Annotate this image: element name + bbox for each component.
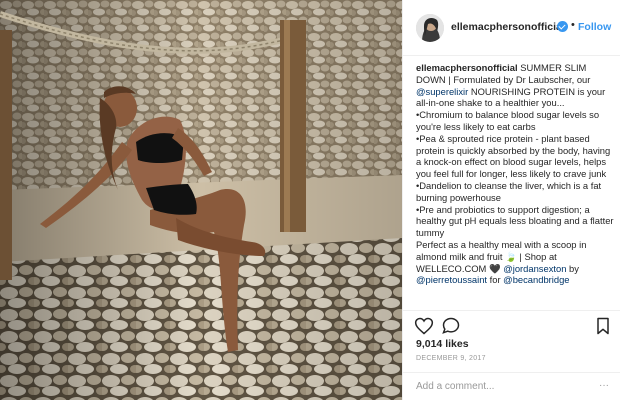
- mention-becandbridge[interactable]: @becandbridge: [503, 274, 569, 285]
- caption-bullet-chromium: •Chromium to balance blood sugar levels …: [416, 109, 600, 132]
- caption-username[interactable]: ellemacphersonofficial: [416, 62, 518, 73]
- post-sidebar: ellemacphersonofficial • Follow ellemacp…: [402, 0, 620, 400]
- action-bar: [403, 310, 620, 340]
- more-options-icon[interactable]: ···: [599, 380, 609, 391]
- header-separator: •: [571, 19, 575, 31]
- add-comment-input[interactable]: [416, 377, 596, 395]
- post-caption: ellemacphersonofficial SUMMER SLIM DOWN …: [416, 62, 616, 312]
- verified-badge-icon: [557, 21, 568, 32]
- caption-bullet-dandelion: •Dandelion to cleanse the liver, which i…: [416, 179, 602, 203]
- likes-count[interactable]: 9,014 likes: [416, 338, 469, 350]
- mention-jordansexton[interactable]: @jordansexton: [503, 263, 566, 274]
- avatar-image: [416, 14, 444, 42]
- caption-bullet-probiotics: •Pre and probiotics to support digestion…: [416, 203, 614, 239]
- bookmark-icon[interactable]: [593, 316, 613, 336]
- caption-bullet-protein: •Pea & sprouted rice protein - plant bas…: [416, 132, 611, 180]
- mention-pierretoussaint[interactable]: @pierretoussaint: [416, 274, 487, 285]
- comment-icon[interactable]: [441, 316, 461, 336]
- post-date[interactable]: DECEMBER 9, 2017: [416, 355, 486, 362]
- post-photo-artwork: [0, 0, 402, 400]
- post-header: ellemacphersonofficial • Follow: [403, 0, 620, 56]
- header-username[interactable]: ellemacphersonofficial: [451, 21, 565, 33]
- instagram-post: ellemacphersonofficial • Follow ellemacp…: [0, 0, 620, 400]
- leaf-emoji: 🍃: [505, 250, 517, 262]
- caption-text-meal: Perfect as a healthy meal with a scoop i…: [416, 238, 587, 262]
- caption-text-by: by: [566, 262, 579, 274]
- heart-icon[interactable]: [414, 316, 434, 336]
- post-photo[interactable]: [0, 0, 402, 400]
- caption-text-for: for: [487, 274, 504, 286]
- comment-section: [403, 372, 620, 400]
- heart-emoji: 🖤: [488, 262, 501, 274]
- avatar[interactable]: [416, 14, 444, 42]
- mention-superelixir[interactable]: @superelixir: [416, 86, 468, 97]
- follow-button[interactable]: Follow: [578, 21, 611, 33]
